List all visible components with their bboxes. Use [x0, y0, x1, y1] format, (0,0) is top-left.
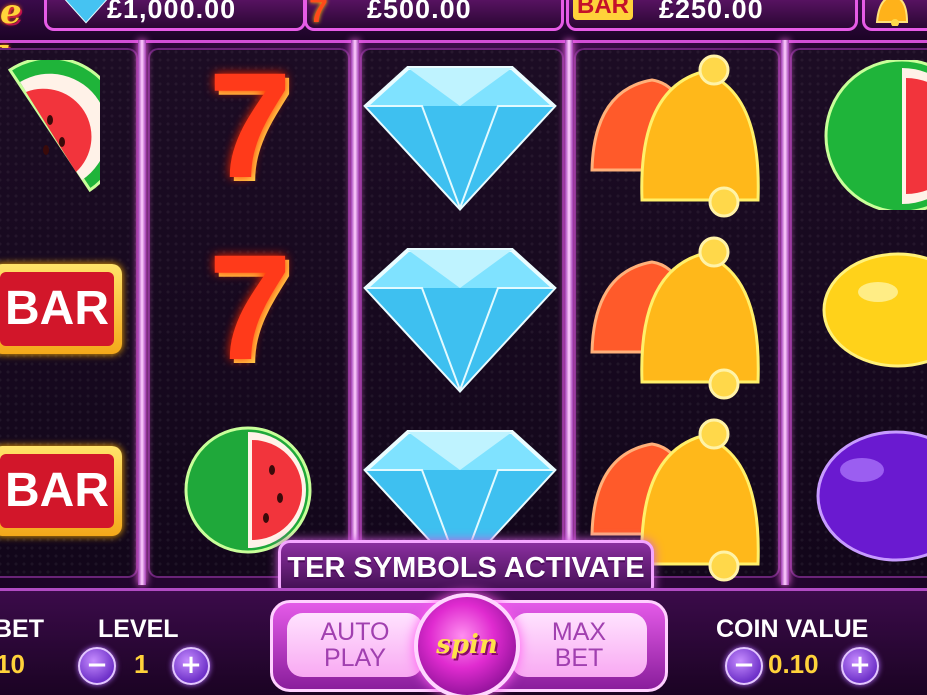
coin-value-minus-button[interactable]: − [725, 647, 763, 685]
diamond-icon [363, 248, 557, 393]
prize-seven: 7 £500.00 [304, 0, 564, 31]
prize-table-bar: £1,000.00 7 £500.00 BAR £250.00 [0, 0, 927, 43]
bell-icon [875, 0, 909, 26]
plum-icon [816, 430, 927, 562]
reel-divider [138, 40, 146, 585]
coin-value-plus-button[interactable]: + [841, 647, 879, 685]
bet-value: 10 [0, 649, 25, 679]
prize-bell [862, 0, 927, 31]
lemon-icon [822, 252, 927, 368]
seven-icon: 7 [309, 0, 328, 30]
spin-label: spin [436, 630, 498, 660]
auto-play-button[interactable]: AUTO PLAY [287, 613, 423, 677]
reel-divider [565, 40, 573, 585]
level-minus-button[interactable]: − [78, 647, 116, 685]
seven-icon: 7 [208, 223, 292, 391]
bet-label: BET [0, 615, 44, 643]
prize-diamond: £1,000.00 [44, 0, 306, 31]
reels-area: BAR BAR 7 7 [0, 40, 927, 585]
spin-button[interactable]: spin [414, 593, 520, 695]
bell-icon [590, 236, 760, 400]
bar-symbol: BAR [0, 446, 122, 536]
reel-divider [351, 40, 359, 585]
bar-icon: BAR [573, 0, 633, 20]
level-label: LEVEL [98, 615, 179, 643]
reel-divider [781, 40, 789, 585]
prize-bar-symbol: BAR £250.00 [566, 0, 858, 31]
max-bet-button[interactable]: MAX BET [511, 613, 647, 677]
prize-amount-diamond: £1,000.00 [107, 0, 237, 24]
prize-amount-bar: £250.00 [659, 0, 764, 24]
slot-game-screen: £1,000.00 7 £500.00 BAR £250.00 e ks [0, 0, 927, 695]
watermelon-icon [184, 426, 312, 554]
prize-amount-seven: £500.00 [367, 0, 472, 24]
level-plus-button[interactable]: + [172, 647, 210, 685]
bell-icon [590, 54, 760, 218]
watermelon-icon [7, 60, 100, 193]
bar-symbol: BAR [0, 264, 122, 354]
coin-value: 0.10 [768, 649, 819, 679]
diamond-icon [363, 66, 557, 211]
coin-value-label: COIN VALUE [716, 615, 869, 643]
watermelon-icon [824, 60, 927, 210]
seven-icon: 7 [208, 41, 292, 209]
level-value: 1 [134, 649, 149, 679]
